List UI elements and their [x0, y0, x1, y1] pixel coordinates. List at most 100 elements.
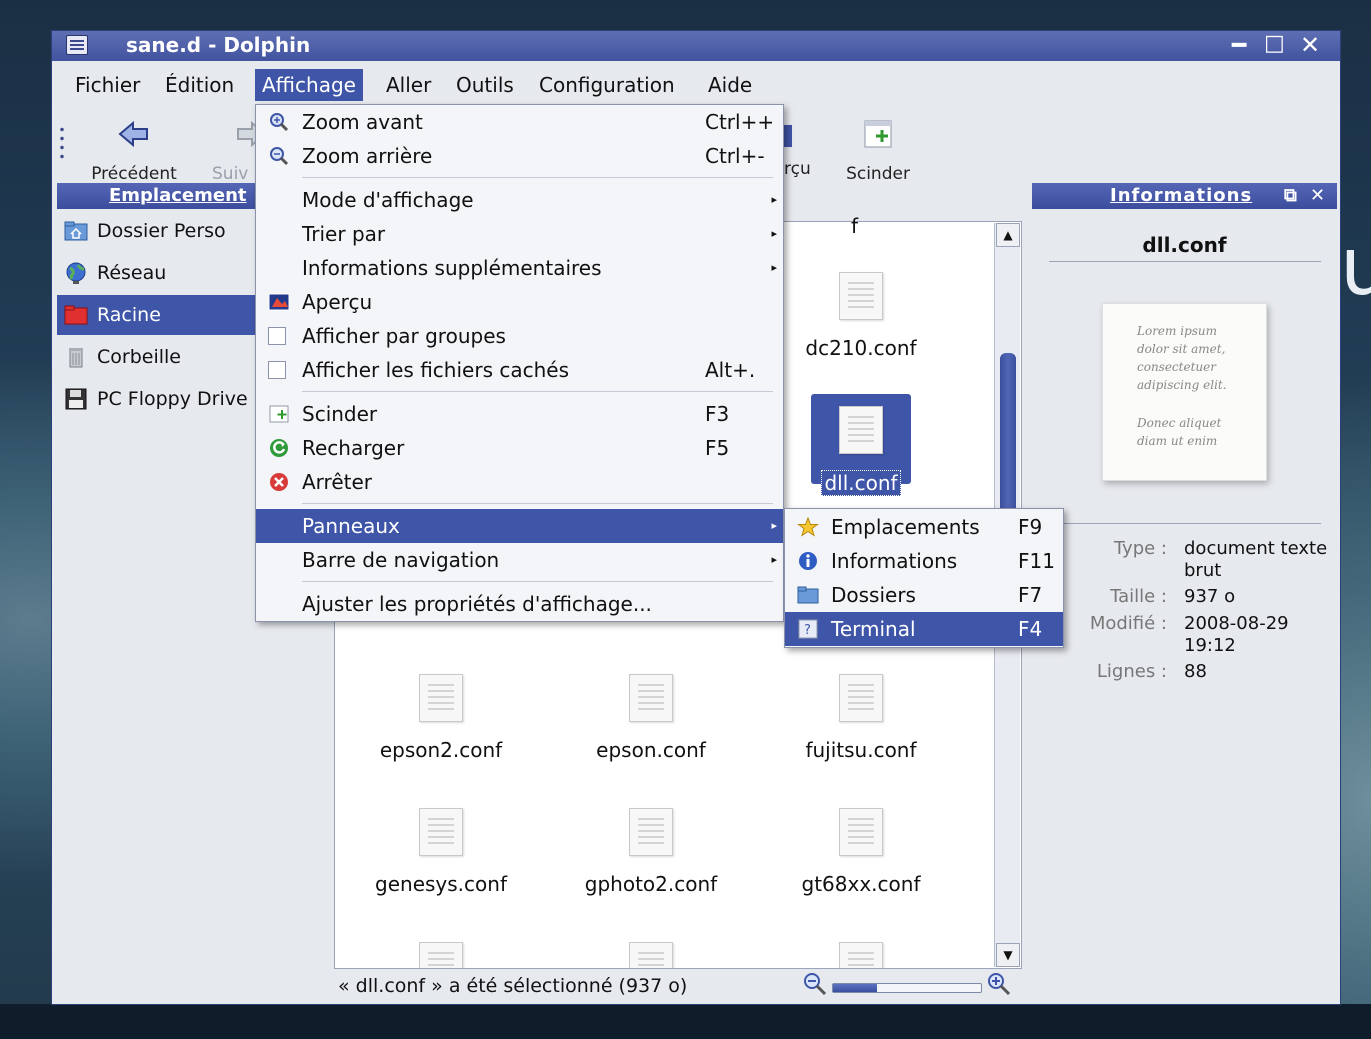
zoom-track[interactable] [832, 983, 982, 993]
place-network[interactable]: Réseau [57, 253, 257, 293]
places-panel: Dossier Perso Réseau Racine Corbeille PC… [57, 183, 257, 1013]
submenu-arrow-icon: ▸ [771, 193, 777, 206]
menu-item-terminal-panel[interactable]: ? Terminal F4 [785, 612, 1063, 646]
preview-line [1137, 394, 1256, 414]
menu-configuration[interactable]: Configuration [532, 69, 682, 101]
menu-item-zoom-in[interactable]: Zoom avant Ctrl++ [256, 105, 783, 139]
menu-edition[interactable]: Édition [158, 69, 241, 101]
checkbox-unchecked[interactable] [268, 361, 286, 379]
menu-separator [302, 177, 773, 178]
file-item-partial[interactable] [771, 942, 951, 968]
back-button[interactable]: Précédent [82, 111, 186, 184]
menu-item-show-hidden[interactable]: Afficher les fichiers cachés Alt+. [256, 353, 783, 387]
place-label: Dossier Perso [97, 220, 226, 242]
menu-item-label: Informations [831, 549, 958, 573]
status-text: « dll.conf » a été sélectionné (937 o) [338, 975, 688, 997]
preview-button[interactable]: rçu [784, 111, 814, 179]
menu-item-label: Terminal [831, 617, 916, 641]
file-item[interactable]: dc210.conf [771, 272, 951, 360]
meta-key: Type : [1113, 538, 1167, 559]
menu-item-places-panel[interactable]: Emplacements F9 [785, 510, 1063, 544]
place-root[interactable]: Racine [57, 295, 257, 335]
file-item[interactable]: gphoto2.conf [561, 808, 741, 896]
file-item-partial[interactable] [351, 942, 531, 968]
file-name: gphoto2.conf [584, 872, 718, 896]
meta-key: Taille : [1110, 586, 1167, 607]
menu-item-panels[interactable]: Panneaux ▸ [256, 509, 783, 543]
file-item-partial[interactable] [561, 942, 741, 968]
preview-icon [784, 125, 792, 147]
menu-item-zoom-out[interactable]: Zoom arrière Ctrl+- [256, 139, 783, 173]
split-button[interactable]: Scinder [836, 111, 920, 184]
menu-item-sort-by[interactable]: Trier par ▸ [256, 217, 783, 251]
menu-item-label: Informations supplémentaires [302, 256, 602, 280]
preview-line: dolor sit amet, [1137, 342, 1226, 356]
text-document-icon [419, 808, 463, 856]
menu-outils[interactable]: Outils [449, 69, 521, 101]
place-trash[interactable]: Corbeille [57, 337, 257, 377]
place-floppy[interactable]: PC Floppy Drive [57, 379, 257, 419]
menu-item-shortcut: Ctrl+- [705, 144, 765, 168]
info-filename: dll.conf [1142, 233, 1227, 257]
window-title: sane.d - Dolphin [126, 33, 311, 57]
view-menu: Zoom avant Ctrl++ Zoom arrière Ctrl+- Mo… [255, 104, 784, 622]
text-document-icon [629, 942, 673, 968]
menu-item-split[interactable]: Scinder F3 [256, 397, 783, 431]
place-label: PC Floppy Drive [97, 388, 248, 410]
back-arrow-icon [118, 120, 148, 148]
scroll-up-arrow-icon[interactable]: ▲ [996, 223, 1020, 247]
panels-submenu: Emplacements F9 Informations F11 Dossier… [784, 508, 1064, 648]
menu-item-show-groups[interactable]: Afficher par groupes [256, 319, 783, 353]
menu-item-label: Afficher les fichiers cachés [302, 358, 569, 382]
submenu-arrow-icon: ▸ [771, 553, 777, 566]
menu-item-additional-info[interactable]: Informations supplémentaires ▸ [256, 251, 783, 285]
title-bar[interactable]: sane.d - Dolphin ━ □ ✕ [52, 31, 1340, 61]
menu-item-information-panel[interactable]: Informations F11 [785, 544, 1063, 578]
file-item-selected[interactable]: dll.conf [771, 394, 951, 496]
menu-item-reload[interactable]: Recharger F5 [256, 431, 783, 465]
menu-item-preview[interactable]: Aperçu [256, 285, 783, 319]
forward-label: Suiv [212, 164, 249, 184]
menu-item-view-mode[interactable]: Mode d'affichage ▸ [256, 183, 783, 217]
text-document-icon [419, 942, 463, 968]
forward-button[interactable]: Suiv [208, 111, 258, 184]
meta-value: 2008-08-29 19:12 [1184, 613, 1289, 656]
info-separator [1049, 523, 1321, 524]
place-home[interactable]: Dossier Perso [57, 211, 257, 251]
zoom-out-icon[interactable] [802, 971, 828, 997]
dolphin-app-icon[interactable] [66, 35, 88, 55]
meta-key: Lignes : [1096, 661, 1167, 682]
menu-item-stop[interactable]: Arrêter [256, 465, 783, 499]
zoom-in-icon[interactable] [986, 971, 1012, 997]
menu-affichage[interactable]: Affichage [255, 69, 363, 101]
menu-aide[interactable]: Aide [701, 69, 759, 101]
star-icon [797, 517, 819, 537]
text-document-icon [629, 808, 673, 856]
menu-item-navigation-bar[interactable]: Barre de navigation ▸ [256, 543, 783, 577]
scroll-down-arrow-icon[interactable]: ▼ [996, 943, 1020, 967]
menu-item-folders-panel[interactable]: Dossiers F7 [785, 578, 1063, 612]
file-preview-thumbnail: Lorem ipsum dolor sit amet, consectetuer… [1102, 303, 1267, 481]
file-name: gt68xx.conf [801, 872, 921, 896]
file-item[interactable]: genesys.conf [351, 808, 531, 896]
menu-aller[interactable]: Aller [379, 69, 438, 101]
menu-separator [302, 391, 773, 392]
checkbox-unchecked[interactable] [268, 327, 286, 345]
preview-label: rçu [784, 159, 811, 179]
toolbar-grip-handle[interactable] [60, 125, 64, 161]
info-separator [1049, 261, 1321, 262]
minimize-button[interactable]: ━ [1232, 31, 1246, 59]
folder-icon [797, 586, 819, 604]
menu-fichier[interactable]: Fichier [68, 69, 147, 101]
network-globe-icon [66, 262, 86, 284]
zoom-slider[interactable] [802, 973, 1011, 996]
file-item[interactable]: fujitsu.conf [771, 674, 951, 762]
file-item[interactable]: gt68xx.conf [771, 808, 951, 896]
maximize-button[interactable]: □ [1264, 31, 1285, 56]
home-folder-icon [64, 221, 88, 241]
close-button[interactable]: ✕ [1300, 31, 1320, 59]
file-item[interactable]: epson.conf [561, 674, 741, 762]
preview-line: diam ut enim [1137, 434, 1218, 448]
file-item[interactable]: epson2.conf [351, 674, 531, 762]
menu-item-adjust-view-properties[interactable]: Ajuster les propriétés d'affichage... [256, 587, 783, 621]
